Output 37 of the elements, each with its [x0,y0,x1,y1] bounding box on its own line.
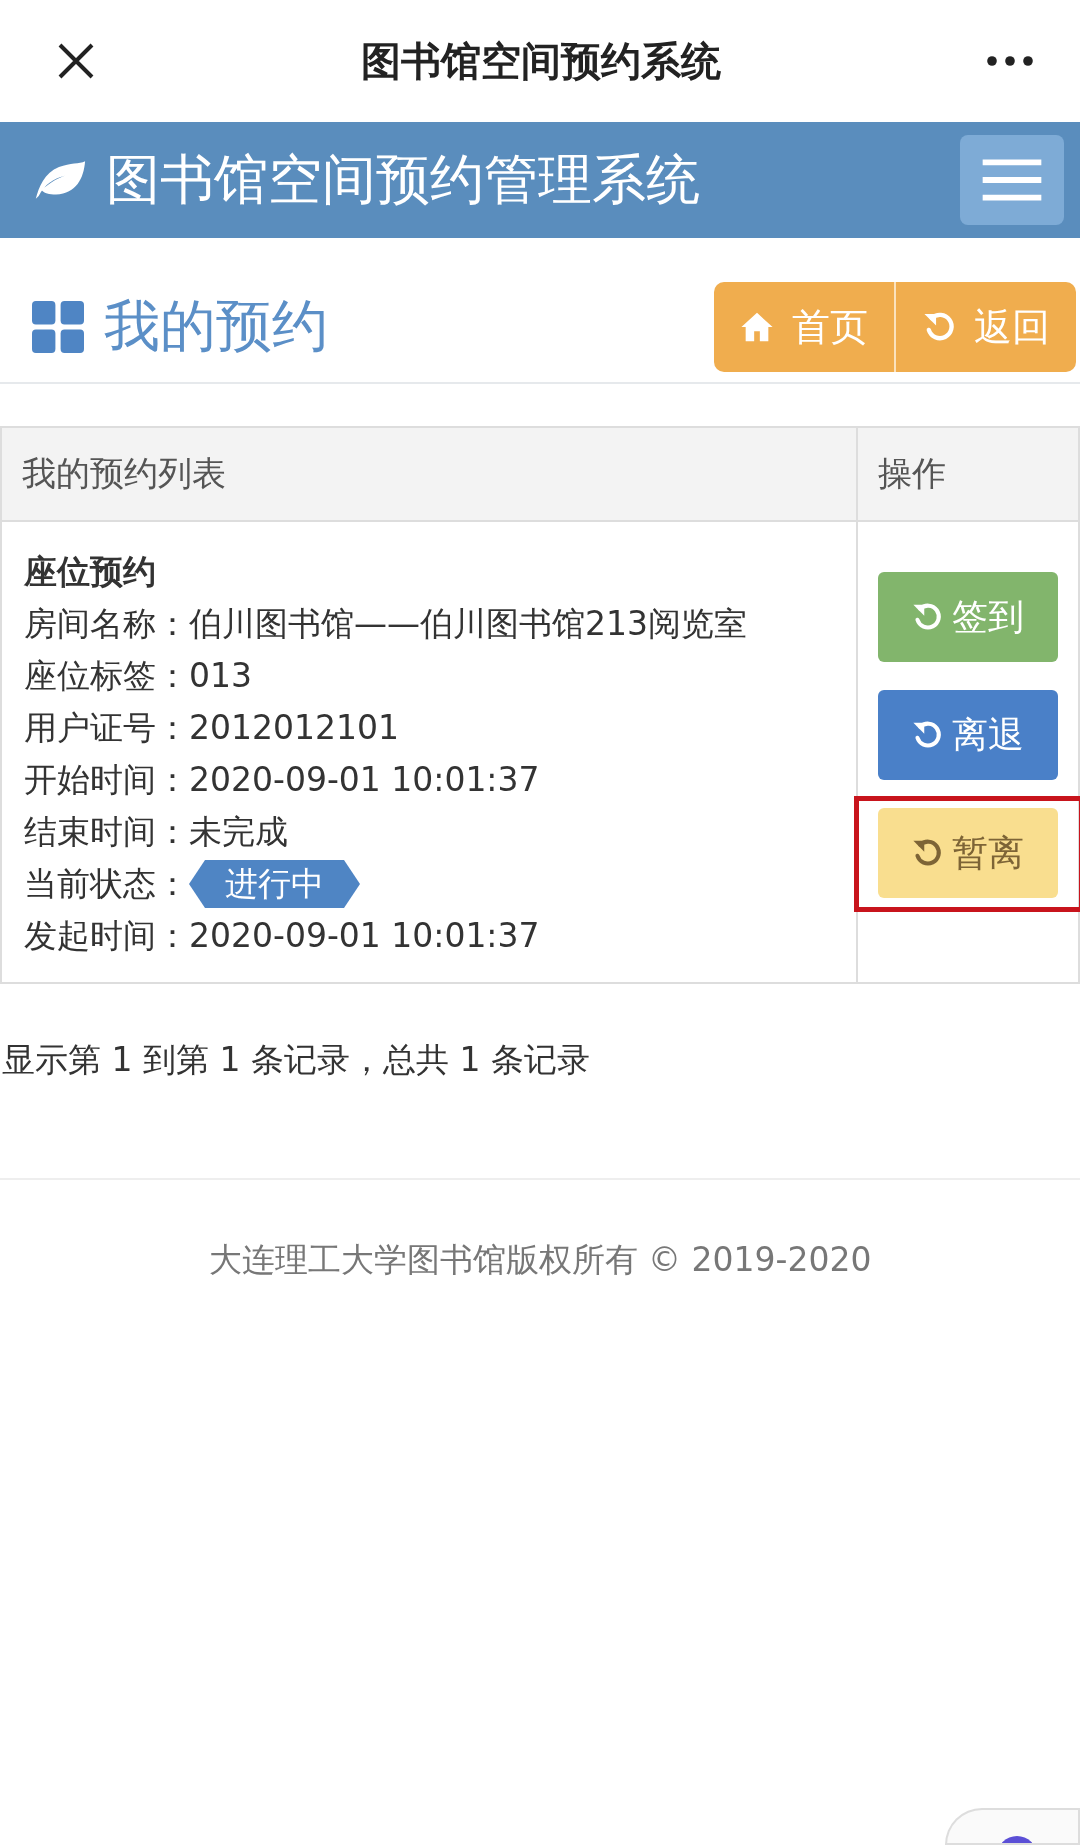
status-badge: 进行中 [189,860,360,908]
action-button[interactable]: 暂离 [878,808,1058,898]
field-label: 用户证号： [24,707,189,749]
field-value: 未完成 [189,811,288,853]
copyright-text: 大连理工大学图书馆版权所有 © 2019-2020 [207,1239,873,1281]
home-button[interactable]: 首页 [714,282,896,372]
close-icon [56,41,96,81]
field-label: 房间名称： [24,603,189,645]
grid-icon [30,301,86,353]
field-label: 座位标签： [24,655,189,697]
undo-icon [912,720,942,750]
field-value: 2020-09-01 10:01:37 [189,915,540,957]
column-header: 操作 [857,427,1079,521]
action-button[interactable]: 离退 [878,690,1058,780]
home-icon [740,311,774,343]
undo-icon [922,311,956,343]
page-heading: 我的预约 [104,292,328,360]
more-icon [986,55,1034,67]
field-value: 伯川图书馆——伯川图书馆213阅览室 [189,603,747,645]
field-label: 发起时间： [24,915,189,957]
field-label: 结束时间： [24,811,189,853]
field-value: 013 [189,655,252,697]
floating-widget[interactable] [945,1808,1080,1845]
column-header: 我的预约列表 [1,427,857,521]
field-value: 2012012101 [189,707,399,749]
action-button[interactable]: 签到 [878,572,1058,662]
undo-icon [912,602,942,632]
brand-title: 图书馆空间预约管理系统 [106,146,700,213]
undo-icon [912,838,942,868]
field-label: 开始时间： [24,759,189,801]
window-title: 图书馆空间预约系统 [361,36,721,86]
back-button[interactable]: 返回 [896,282,1076,372]
pagination-info: 显示第 1 到第 1 条记录，总共 1 条记录 [0,984,1080,1180]
field-value: 2020-09-01 10:01:37 [189,759,540,801]
menu-icon [981,158,1043,202]
field-label: 当前状态： [24,863,189,905]
reservation-type: 座位预约 [24,551,157,593]
